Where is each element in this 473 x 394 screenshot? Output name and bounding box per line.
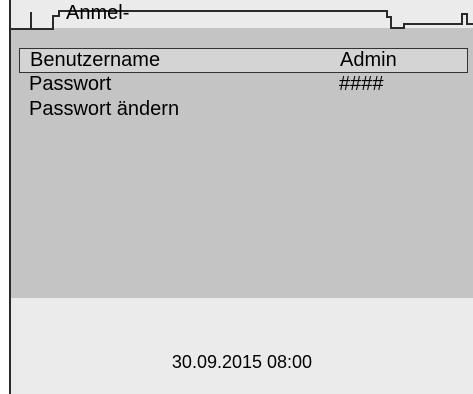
menu-item-label: Passwort ändern <box>29 98 180 120</box>
menu-list: Benutzername Admin Passwort #### Passwor… <box>11 48 473 123</box>
menu-item-value: #### <box>339 73 384 95</box>
status-bar: 30.09.2015 08:00 <box>11 298 473 394</box>
menu-item-password[interactable]: Passwort #### <box>19 73 468 98</box>
datetime-display: 30.09.2015 08:00 <box>171 352 313 372</box>
menu-item-label: Benutzername <box>30 49 161 71</box>
menu-item-change-password[interactable]: Passwort ändern <box>19 98 468 123</box>
menu-item-username[interactable]: Benutzername Admin <box>19 48 468 73</box>
menu-item-value: Admin <box>340 49 397 71</box>
menu-item-label: Passwort <box>29 73 112 95</box>
device-screen: Anmel- Benutzername Admin Passwort #### … <box>9 0 473 394</box>
tab-title[interactable]: Anmel- <box>66 1 129 25</box>
